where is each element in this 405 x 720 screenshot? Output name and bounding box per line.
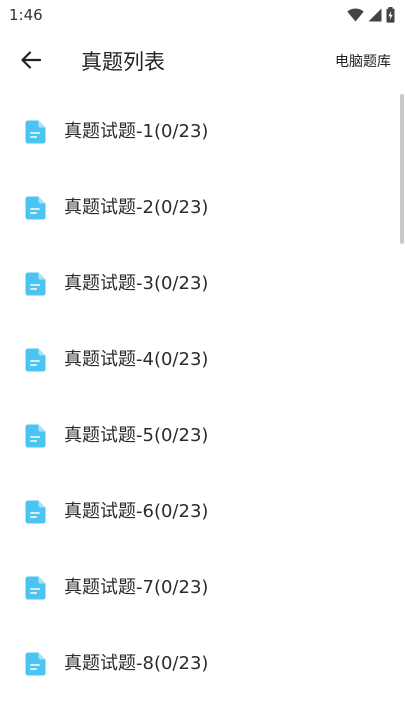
status-time: 1:46 xyxy=(9,6,43,24)
page-title: 真题列表 xyxy=(81,50,165,74)
list-item-4[interactable]: 真题试题-4(0/23) xyxy=(0,322,396,398)
document-icon xyxy=(25,500,46,524)
arrow-left-icon xyxy=(20,50,42,74)
list-item-label: 真题试题-5(0/23) xyxy=(64,425,209,446)
list-item-label: 真题试题-4(0/23) xyxy=(64,349,209,370)
wifi-icon xyxy=(347,8,364,22)
computer-question-bank-button[interactable]: 电脑题库 xyxy=(335,51,391,73)
cell-signal-icon xyxy=(368,8,382,22)
screen: 1:46 真题列表 电脑题库 真题试题-1(0/23) 真题试题-2(0/23)… xyxy=(0,0,405,720)
list-item-8[interactable]: 真题试题-8(0/23) xyxy=(0,626,396,702)
scrollbar-thumb[interactable] xyxy=(400,94,404,244)
list-item-label: 真题试题-8(0/23) xyxy=(64,653,209,674)
list-item-label: 真题试题-7(0/23) xyxy=(64,577,209,598)
document-icon xyxy=(25,272,46,296)
battery-charging-icon xyxy=(386,7,395,23)
app-bar: 真题列表 电脑题库 xyxy=(0,30,405,94)
list-item-1[interactable]: 真题试题-1(0/23) xyxy=(0,94,396,170)
list-item-label: 真题试题-3(0/23) xyxy=(64,273,209,294)
document-icon xyxy=(25,120,46,144)
document-icon xyxy=(25,196,46,220)
back-button[interactable] xyxy=(14,46,48,78)
list-item-label: 真题试题-2(0/23) xyxy=(64,197,209,218)
list-item-label: 真题试题-1(0/23) xyxy=(64,121,209,142)
list-item-7[interactable]: 真题试题-7(0/23) xyxy=(0,550,396,626)
status-bar: 1:46 xyxy=(0,0,405,30)
status-icons xyxy=(347,6,395,24)
document-icon xyxy=(25,348,46,372)
list-item-label: 真题试题-6(0/23) xyxy=(64,501,209,522)
list-item-5[interactable]: 真题试题-5(0/23) xyxy=(0,398,396,474)
document-icon xyxy=(25,652,46,676)
list-item-6[interactable]: 真题试题-6(0/23) xyxy=(0,474,396,550)
list-item-2[interactable]: 真题试题-2(0/23) xyxy=(0,170,396,246)
document-icon xyxy=(25,576,46,600)
exam-list: 真题试题-1(0/23) 真题试题-2(0/23) 真题试题-3(0/23) 真… xyxy=(0,94,405,720)
list-item-3[interactable]: 真题试题-3(0/23) xyxy=(0,246,396,322)
document-icon xyxy=(25,424,46,448)
